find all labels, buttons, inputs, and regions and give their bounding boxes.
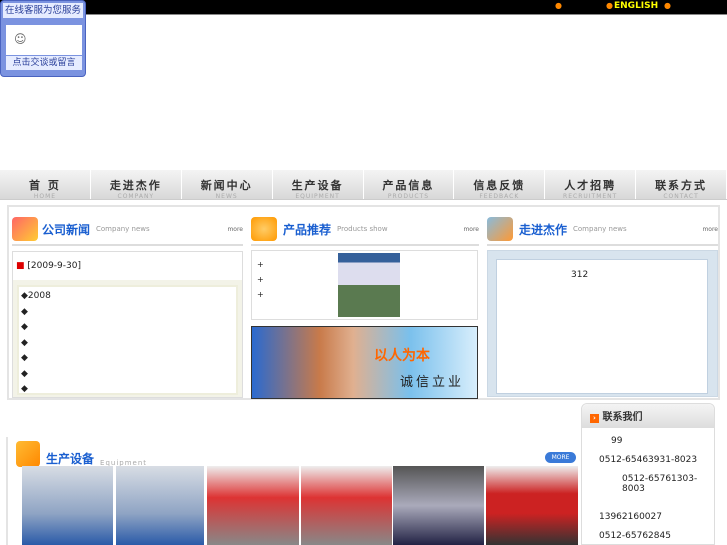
contact-box: › 联系我们 99 0512-65463931-8023 0512-657613… bbox=[581, 403, 715, 545]
equipment-header: 生产设备 Equipment bbox=[16, 441, 147, 467]
product-item[interactable]: + bbox=[257, 272, 264, 287]
news-item[interactable]: ◆2008 bbox=[21, 289, 234, 305]
bullet-icon: ● bbox=[664, 1, 671, 10]
news-item[interactable]: ◆ bbox=[21, 382, 234, 398]
contact-phone: 0512-65761303-8003 bbox=[622, 474, 698, 494]
products-header: 产品推荐 Products show more bbox=[251, 214, 479, 246]
arrow-icon: › bbox=[590, 414, 599, 423]
news-box: ■ [2009-9-30] ◆2008 ◆ ◆ ◆ ◆ ◆ ◆ bbox=[12, 251, 243, 398]
nav-home[interactable]: 首 页 HOME bbox=[0, 170, 91, 200]
equipment-more-button[interactable]: MORE bbox=[545, 452, 576, 463]
equipment-icon bbox=[16, 441, 40, 467]
nav-products[interactable]: 产品信息 PRODUCTS bbox=[364, 170, 455, 200]
news-date: [2009-9-30] bbox=[27, 261, 81, 271]
equipment-photo[interactable] bbox=[301, 466, 392, 545]
cs-chat-button[interactable]: 点击交谈或留言 bbox=[6, 56, 82, 70]
product-item[interactable]: + bbox=[257, 257, 264, 272]
company-more-link[interactable]: more bbox=[702, 226, 718, 233]
bullet-icon: ● bbox=[555, 1, 562, 10]
product-image[interactable] bbox=[338, 253, 400, 317]
news-item[interactable]: ◆ bbox=[21, 305, 234, 321]
news-item[interactable]: ◆ bbox=[21, 320, 234, 336]
nav-news[interactable]: 新闻中心 NEWS bbox=[182, 170, 273, 200]
contact-title: 联系我们 bbox=[602, 412, 643, 423]
company-header: 走进杰作 Company news more bbox=[487, 214, 718, 246]
product-item[interactable]: + bbox=[257, 287, 264, 302]
company-intro: 312 bbox=[496, 259, 708, 394]
equipment-photo[interactable] bbox=[486, 466, 578, 545]
customer-service-widget: 在线客服为您服务 ☺ 点击交谈或留言 bbox=[0, 0, 86, 77]
contact-fax: 0512-65762845 bbox=[599, 531, 671, 541]
nav-company[interactable]: 走进杰作 COMPANY bbox=[91, 170, 182, 200]
nav-contact[interactable]: 联系方式 CONTACT bbox=[636, 170, 727, 200]
news-item[interactable]: ◆ bbox=[21, 336, 234, 352]
main-nav: 首 页 HOME 走进杰作 COMPANY 新闻中心 NEWS 生产设备 EQUIPME… bbox=[0, 170, 727, 200]
news-item[interactable]: ◆ bbox=[21, 351, 234, 367]
equipment-photo[interactable] bbox=[207, 466, 299, 545]
company-banner: 以人为本 诚信立业 bbox=[251, 326, 478, 399]
company-box: 312 bbox=[487, 250, 718, 397]
contact-line: 99 bbox=[611, 436, 623, 446]
nav-feedback[interactable]: 信息反馈 FEEDBACK bbox=[454, 170, 546, 200]
cs-title: 在线客服为您服务 bbox=[3, 3, 83, 18]
products-box: + + + bbox=[251, 250, 478, 320]
products-more-link[interactable]: more bbox=[463, 226, 479, 233]
contact-mobile: 13962160027 bbox=[599, 512, 662, 522]
nav-recruitment[interactable]: 人才招聘 RECRUITMENT bbox=[545, 170, 637, 200]
news-icon bbox=[12, 217, 38, 241]
nav-equipment[interactable]: 生产设备 EQUIPMENT bbox=[273, 170, 364, 200]
bullet-icon: ● bbox=[606, 1, 613, 10]
equipment-photo[interactable] bbox=[22, 466, 113, 545]
english-link[interactable]: ENGLISH bbox=[614, 1, 658, 11]
phone-icon bbox=[487, 217, 513, 241]
news-more-link[interactable]: more bbox=[227, 226, 243, 233]
heart-gift-icon bbox=[251, 217, 277, 241]
news-header: 公司新闻 Company news more bbox=[12, 214, 243, 246]
equipment-photo[interactable] bbox=[116, 466, 204, 545]
equipment-photo[interactable] bbox=[393, 466, 484, 545]
qq-chat-icon[interactable]: ☺ bbox=[6, 25, 82, 55]
contact-phone: 0512-65463931-8023 bbox=[599, 455, 698, 465]
new-icon: ■ bbox=[16, 261, 25, 271]
news-item[interactable]: ◆ bbox=[21, 367, 234, 383]
